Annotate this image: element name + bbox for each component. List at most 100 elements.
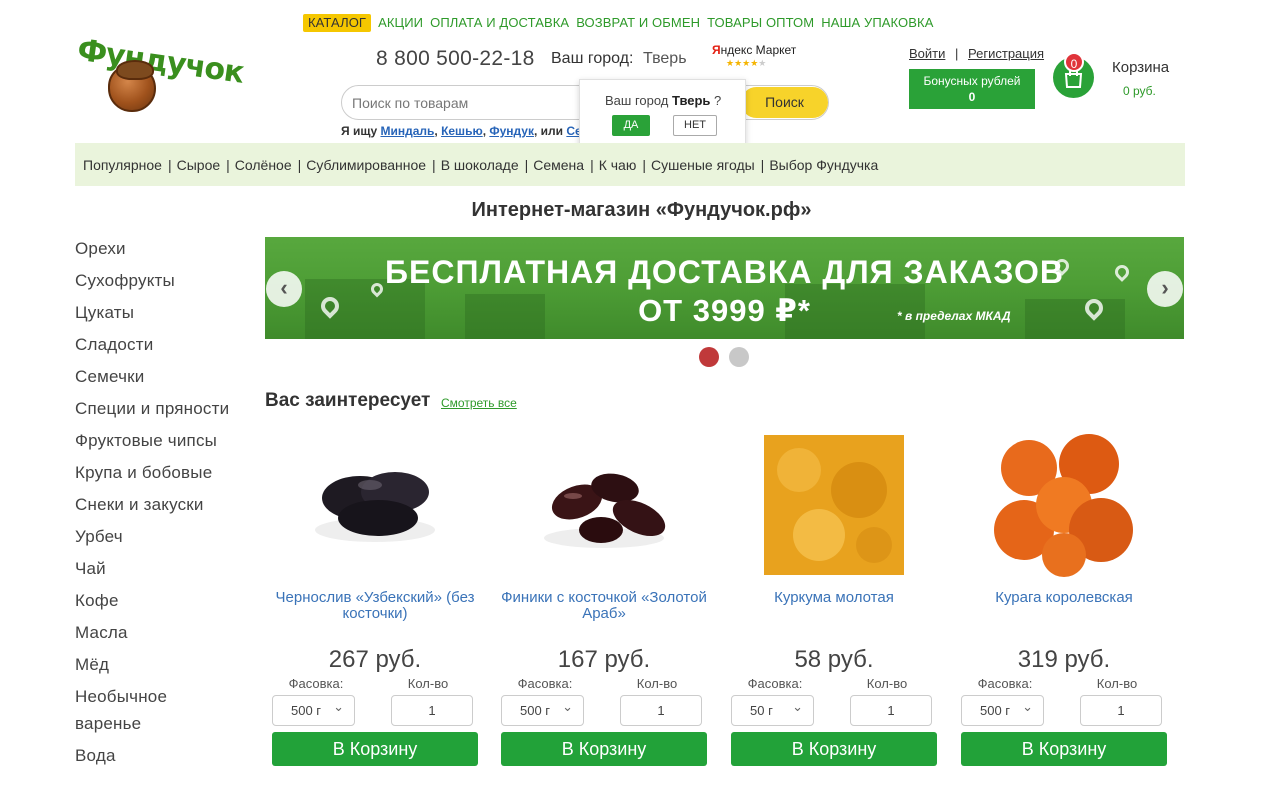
top-menu-promos[interactable]: АКЦИИ bbox=[378, 14, 423, 32]
top-menu-payment-delivery[interactable]: ОПЛАТА И ДОСТАВКА bbox=[430, 14, 569, 32]
add-to-cart-button[interactable]: В Корзину bbox=[501, 732, 707, 766]
banner-headline: БЕСПЛАТНАЯ ДОСТАВКА ДЛЯ ЗАКАЗОВ bbox=[385, 254, 1064, 290]
qty-input[interactable]: 1 bbox=[391, 695, 473, 726]
category-salted[interactable]: Солёное bbox=[235, 157, 292, 173]
search-hint-almond[interactable]: Миндаль bbox=[380, 124, 434, 138]
search-hint-hazelnut[interactable]: Фундук bbox=[489, 124, 534, 138]
category-separator: | bbox=[524, 156, 529, 173]
phone-number[interactable]: 8 800 500-22-18 bbox=[376, 47, 535, 71]
yandex-market-badge[interactable]: Яндекс Маркет ★★★★★ bbox=[712, 43, 797, 68]
product-name[interactable]: Курага королевская bbox=[954, 590, 1174, 606]
top-menu-packaging[interactable]: НАША УПАКОВКА bbox=[821, 14, 933, 32]
add-to-cart-button[interactable]: В Корзину bbox=[961, 732, 1167, 766]
pack-label: Фасовка: bbox=[517, 676, 573, 691]
pack-select[interactable]: 500 г bbox=[272, 692, 355, 726]
product-image-dates[interactable] bbox=[529, 430, 679, 580]
sidebar-item-honey[interactable]: Мёд bbox=[75, 654, 255, 676]
top-menu-catalog[interactable]: КАТАЛОГ bbox=[303, 14, 372, 32]
product-image-apricots[interactable] bbox=[989, 430, 1139, 580]
sidebar-item-nuts[interactable]: Орехи bbox=[75, 238, 255, 260]
sidebar-item-fruit-chips[interactable]: Фруктовые чипсы bbox=[75, 430, 255, 452]
promo-banner[interactable]: БЕСПЛАТНАЯ ДОСТАВКА ДЛЯ ЗАКАЗОВ ОТ 3999 … bbox=[265, 237, 1184, 339]
category-freeze-dried[interactable]: Сублимированное bbox=[306, 157, 426, 173]
qty-label: Кол-во bbox=[407, 676, 449, 691]
pack-select[interactable]: 500 г bbox=[501, 692, 584, 726]
pack-select[interactable]: 50 г bbox=[731, 692, 814, 726]
sidebar-item-grains[interactable]: Крупа и бобовые bbox=[75, 462, 255, 484]
category-separator: | bbox=[432, 156, 436, 173]
qty-input[interactable]: 1 bbox=[1080, 695, 1162, 726]
banner-prev-arrow[interactable]: ‹ bbox=[266, 271, 302, 307]
product-name[interactable]: Куркума молотая bbox=[724, 590, 944, 606]
auth-links: Войти | Регистрация bbox=[909, 46, 1044, 61]
banner-dot-2[interactable] bbox=[729, 347, 749, 367]
category-for-tea[interactable]: К чаю bbox=[599, 157, 637, 173]
add-to-cart-button[interactable]: В Корзину bbox=[272, 732, 478, 766]
pack-select[interactable]: 500 г bbox=[961, 692, 1044, 726]
sidebar-item-coffee[interactable]: Кофе bbox=[75, 590, 255, 612]
see-all-link[interactable]: Смотреть все bbox=[441, 396, 517, 410]
product-image-prunes[interactable] bbox=[300, 430, 450, 580]
search-hint-or: , или bbox=[533, 124, 567, 138]
add-to-cart-button[interactable]: В Корзину bbox=[731, 732, 937, 766]
sidebar-item-snacks[interactable]: Снеки и закуски bbox=[75, 494, 255, 516]
sidebar-item-unusual-jam-1[interactable]: Необычное bbox=[75, 686, 255, 708]
category-staff-pick[interactable]: Выбор Фундучка bbox=[769, 157, 878, 173]
logo[interactable]: Фундучок bbox=[74, 33, 246, 118]
product-price: 267 руб. bbox=[328, 646, 422, 673]
city-confirm-yes-button[interactable]: ДА bbox=[612, 115, 650, 136]
category-popular[interactable]: Популярное bbox=[83, 157, 162, 173]
sidebar-item-sweets[interactable]: Сладости bbox=[75, 334, 255, 356]
section-title: Вас заинтересует bbox=[265, 390, 431, 411]
category-separator: | bbox=[167, 156, 172, 173]
hazelnut-icon bbox=[108, 60, 156, 112]
category-separator: | bbox=[642, 156, 646, 173]
top-menu-returns[interactable]: ВОЗВРАТ И ОБМЕН bbox=[576, 14, 700, 32]
sidebar-item-dried-fruits[interactable]: Сухофрукты bbox=[75, 270, 255, 292]
city-label: Ваш город: bbox=[551, 50, 634, 67]
banner-footnote: * в пределах МКАД bbox=[897, 309, 1011, 323]
city-question-suffix: ? bbox=[710, 93, 722, 108]
sidebar-item-oils[interactable]: Масла bbox=[75, 622, 255, 644]
product-image-turmeric[interactable] bbox=[759, 430, 909, 580]
search-hint-cashew[interactable]: Кешью bbox=[441, 124, 483, 138]
sidebar-item-urbech[interactable]: Урбеч bbox=[75, 526, 255, 548]
qty-label: Кол-во bbox=[636, 676, 678, 691]
city-confirm-no-button[interactable]: НЕТ bbox=[673, 115, 717, 136]
top-menu: КАТАЛОГ АКЦИИ ОПЛАТА И ДОСТАВКА ВОЗВРАТ … bbox=[303, 14, 934, 32]
category-separator: | bbox=[760, 156, 765, 173]
cart-label[interactable]: Корзина bbox=[1112, 59, 1169, 76]
product-name[interactable]: Чернослив «Узбекский» (без косточки) bbox=[265, 590, 485, 622]
sidebar-item-candied-fruits[interactable]: Цукаты bbox=[75, 302, 255, 324]
ym-logo-text: ндекс Маркет bbox=[720, 43, 797, 57]
sidebar-item-spices[interactable]: Специи и пряности bbox=[75, 398, 255, 420]
search-input[interactable] bbox=[352, 92, 582, 114]
category-in-chocolate[interactable]: В шоколаде bbox=[441, 157, 519, 173]
qty-input[interactable]: 1 bbox=[850, 695, 932, 726]
city-question-city: Тверь bbox=[672, 93, 711, 108]
top-menu-wholesale[interactable]: ТОВАРЫ ОПТОМ bbox=[707, 14, 814, 32]
login-link[interactable]: Войти bbox=[909, 46, 945, 61]
auth-separator: | bbox=[955, 46, 959, 61]
register-link[interactable]: Регистрация bbox=[968, 46, 1044, 61]
cart-count-badge: 0 bbox=[1064, 52, 1084, 72]
category-seeds[interactable]: Семена bbox=[533, 157, 584, 173]
banner-next-arrow[interactable]: › bbox=[1147, 271, 1183, 307]
sidebar-item-unusual-jam-2[interactable]: варенье bbox=[75, 713, 255, 735]
category-separator: | bbox=[226, 156, 230, 173]
qty-input[interactable]: 1 bbox=[620, 695, 702, 726]
bonus-balance[interactable]: Бонусных рублей 0 bbox=[909, 69, 1035, 109]
bonus-value: 0 bbox=[968, 90, 976, 104]
product-card: Чернослив «Узбекский» (без косточки) 267… bbox=[265, 430, 485, 770]
category-raw[interactable]: Сырое bbox=[177, 157, 221, 173]
product-name[interactable]: Финики с косточкой «Золотой Араб» bbox=[494, 590, 714, 622]
sidebar-item-water[interactable]: Вода bbox=[75, 745, 255, 767]
product-card: Финики с косточкой «Золотой Араб» 167 ру… bbox=[494, 430, 714, 770]
banner-dot-1[interactable] bbox=[699, 347, 719, 367]
city-selector[interactable]: Тверь bbox=[643, 50, 687, 68]
search-button[interactable]: Поиск bbox=[741, 87, 828, 118]
sidebar-item-seeds[interactable]: Семечки bbox=[75, 366, 255, 388]
sidebar-item-tea[interactable]: Чай bbox=[75, 558, 255, 580]
banner-pagination bbox=[699, 347, 749, 367]
category-dried-berries[interactable]: Сушеные ягоды bbox=[651, 157, 755, 173]
